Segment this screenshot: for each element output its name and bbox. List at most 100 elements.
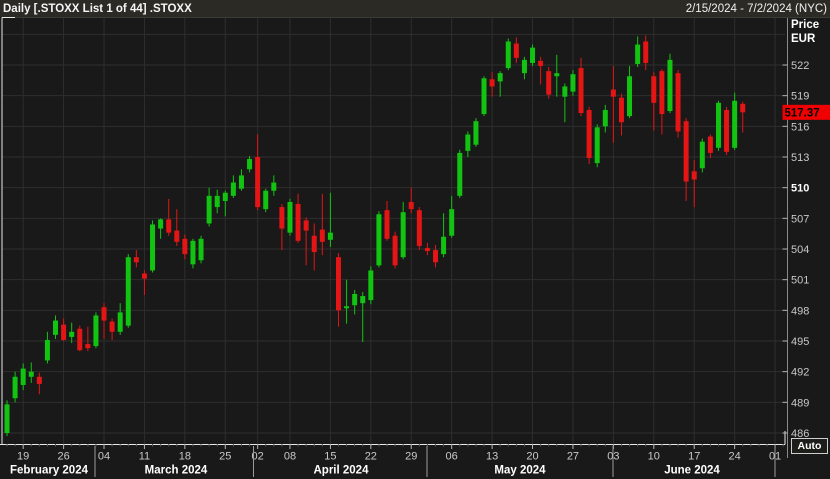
- candle-body: [699, 141, 705, 169]
- candle-body: [190, 240, 196, 265]
- candle: [392, 231, 398, 269]
- candle-body: [433, 250, 439, 263]
- price-tick-label: 489: [791, 397, 809, 409]
- price-axis-currency: EUR: [791, 33, 816, 45]
- price-tick-label: 492: [791, 367, 809, 379]
- date-tick-label: 20: [526, 451, 538, 463]
- candle-wick: [693, 160, 695, 208]
- date-tick-label: 24: [729, 451, 741, 463]
- candle-body: [643, 41, 649, 63]
- candle: [667, 53, 673, 114]
- candle-body: [279, 207, 285, 229]
- candle-body: [667, 59, 673, 112]
- date-tick-label: 22: [365, 451, 377, 463]
- last-price-value: 517.37: [785, 108, 820, 120]
- plot-background: [0, 18, 830, 479]
- candle-body: [287, 201, 293, 233]
- candle-body: [627, 76, 633, 117]
- candle-body: [295, 204, 301, 241]
- candle-body: [408, 201, 414, 210]
- candle-body: [263, 190, 269, 210]
- price-tick-label: 510: [791, 183, 809, 195]
- candle: [732, 92, 738, 150]
- price-tick-label: 522: [791, 60, 809, 72]
- date-tick-label: 29: [405, 451, 417, 463]
- candle-body: [513, 43, 519, 58]
- date-tick-label: 13: [486, 451, 498, 463]
- candle-body: [392, 235, 398, 266]
- candle-body: [150, 224, 156, 271]
- candle-body: [618, 97, 624, 123]
- candle-body: [352, 293, 358, 306]
- candle-body: [12, 376, 18, 399]
- candle-body: [586, 109, 592, 159]
- candle-body: [28, 371, 34, 377]
- candle-body: [441, 236, 447, 255]
- candle-body: [578, 68, 584, 114]
- candle: [481, 76, 487, 117]
- date-tick-label: 19: [17, 451, 29, 463]
- candle-body: [497, 73, 503, 82]
- date-tick-label: 17: [688, 451, 700, 463]
- candle: [530, 44, 536, 67]
- candle-body: [101, 307, 107, 321]
- candle: [457, 149, 463, 198]
- candle-body: [659, 71, 665, 115]
- candle-body: [691, 171, 697, 180]
- candle-body: [36, 376, 42, 384]
- date-tick-label: 26: [57, 451, 69, 463]
- month-label: June 2024: [664, 465, 720, 477]
- month-label: May 2024: [494, 465, 546, 477]
- candle-body: [489, 79, 495, 87]
- date-tick-label: 27: [567, 451, 579, 463]
- candle-body: [554, 73, 560, 77]
- candle-body: [368, 270, 374, 301]
- price-tick-label: 498: [791, 305, 809, 317]
- candle: [505, 38, 511, 71]
- candle-body: [570, 74, 576, 92]
- candle-body: [44, 339, 50, 361]
- price-tick-label: 516: [791, 121, 809, 133]
- date-tick-label: 06: [446, 451, 458, 463]
- candle-body: [141, 273, 147, 279]
- candle: [77, 325, 83, 352]
- candle: [4, 400, 10, 437]
- candle: [150, 220, 156, 273]
- candle-body: [69, 331, 75, 337]
- auto-scale-button[interactable]: Auto: [791, 438, 828, 454]
- candle-wick: [612, 66, 614, 143]
- candle-body: [85, 344, 91, 349]
- candle-body: [335, 257, 341, 311]
- candlestick-chart[interactable]: Price EUR 522 519 516 513 510 507 504 501 498 495 49…: [0, 0, 830, 479]
- candle-body: [4, 404, 10, 433]
- date-range: 2/15/2024 - 7/2/2024 (NYC): [685, 2, 827, 15]
- candle: [190, 238, 196, 269]
- candle-body: [457, 152, 463, 196]
- candle-body: [230, 182, 236, 196]
- price-tick-label: 519: [791, 91, 809, 103]
- candle-body: [465, 134, 471, 151]
- candle-body: [740, 103, 746, 113]
- candle: [93, 312, 99, 349]
- candle-body: [473, 121, 479, 145]
- candle: [675, 70, 681, 138]
- candle-body: [732, 100, 738, 148]
- candle-body: [247, 159, 253, 170]
- candle-body: [20, 368, 26, 385]
- candle-body: [675, 73, 681, 132]
- candle-body: [271, 182, 277, 191]
- candle-wick: [346, 279, 348, 324]
- candle-wick: [321, 193, 323, 256]
- candle-body: [683, 121, 689, 182]
- candle-body: [327, 232, 333, 240]
- date-tick-label: 18: [179, 451, 191, 463]
- candle-body: [133, 257, 139, 263]
- date-tick-label: 11: [139, 451, 150, 463]
- chart-title: Daily [.STOXX List 1 of 44] .STOXX: [3, 2, 192, 15]
- candle-body: [255, 157, 261, 208]
- candle: [699, 138, 705, 173]
- candle: [586, 106, 592, 165]
- month-label: April 2024: [314, 465, 370, 477]
- candle-body: [602, 109, 608, 127]
- candle-body: [505, 41, 511, 69]
